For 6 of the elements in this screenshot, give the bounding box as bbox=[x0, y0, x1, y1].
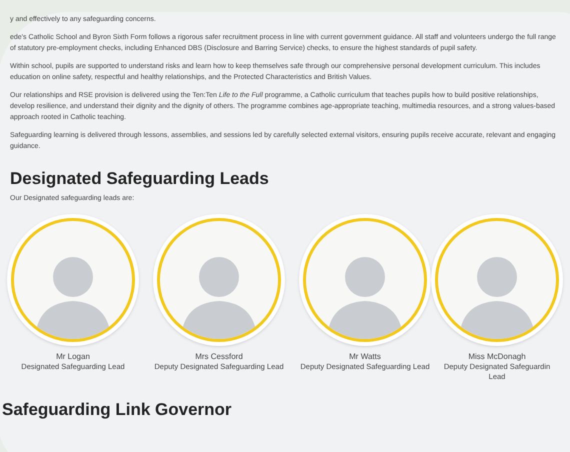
person-name: Mr Logan bbox=[56, 352, 90, 362]
person-name: Mr Watts bbox=[349, 352, 381, 362]
person-name: Mrs Cessford bbox=[195, 352, 243, 362]
section-heading: Safeguarding Link Governor bbox=[2, 400, 233, 420]
section-heading: Designated Safeguarding Leads bbox=[10, 169, 270, 189]
person-name: Miss McDonagh bbox=[468, 352, 526, 362]
